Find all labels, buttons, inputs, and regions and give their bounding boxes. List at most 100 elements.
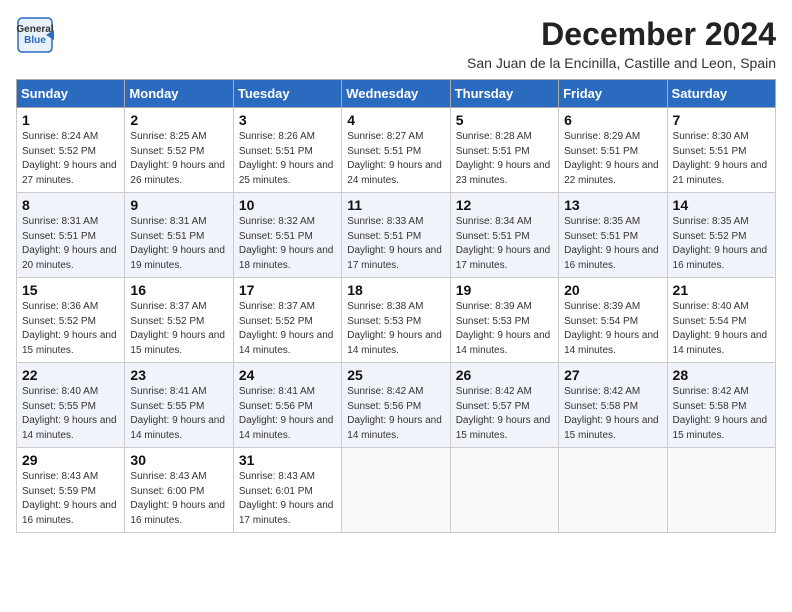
day-number: 8 xyxy=(22,197,119,213)
location-subtitle: San Juan de la Encinilla, Castille and L… xyxy=(467,55,776,71)
day-number: 17 xyxy=(239,282,336,298)
day-number: 4 xyxy=(347,112,444,128)
calendar-week-row: 29 Sunrise: 8:43 AMSunset: 5:59 PMDayligh… xyxy=(17,448,776,533)
calendar-day-cell: 28 Sunrise: 8:42 AMSunset: 5:58 PMDayligh… xyxy=(667,363,775,448)
title-block: December 2024 San Juan de la Encinilla, … xyxy=(467,16,776,71)
day-of-week-header: Friday xyxy=(559,80,667,108)
day-info: Sunrise: 8:37 AMSunset: 5:52 PMDaylight:… xyxy=(130,300,227,358)
calendar-day-cell: 3Sunrise: 8:26 AMSunset: 5:51 PMDaylight… xyxy=(233,108,341,193)
day-number: 26 xyxy=(456,367,553,383)
day-number: 28 xyxy=(673,367,770,383)
day-info: Sunrise: 8:43 AMSunset: 6:01 PMDaylight:… xyxy=(239,470,336,528)
day-info: Sunrise: 8:35 AMSunset: 5:51 PMDaylight:… xyxy=(564,215,661,273)
day-of-week-header: Wednesday xyxy=(342,80,450,108)
calendar-day-cell xyxy=(450,448,558,533)
calendar-day-cell: 9 Sunrise: 8:31 AMSunset: 5:51 PMDaylight… xyxy=(125,193,233,278)
calendar-table: SundayMondayTuesdayWednesdayThursdayFrid… xyxy=(16,79,776,533)
day-number: 20 xyxy=(564,282,661,298)
calendar-day-cell: 13 Sunrise: 8:35 AMSunset: 5:51 PMDayligh… xyxy=(559,193,667,278)
day-number: 11 xyxy=(347,197,444,213)
day-number: 31 xyxy=(239,452,336,468)
day-info: Sunrise: 8:43 AMSunset: 6:00 PMDaylight:… xyxy=(130,470,227,528)
calendar-day-cell: 27 Sunrise: 8:42 AMSunset: 5:58 PMDayligh… xyxy=(559,363,667,448)
day-info: Sunrise: 8:43 AMSunset: 5:59 PMDaylight:… xyxy=(22,470,119,528)
logo-icon: General Blue xyxy=(16,16,54,54)
calendar-day-cell: 20 Sunrise: 8:39 AMSunset: 5:54 PMDayligh… xyxy=(559,278,667,363)
calendar-day-cell: 26 Sunrise: 8:42 AMSunset: 5:57 PMDayligh… xyxy=(450,363,558,448)
day-number: 1 xyxy=(22,112,119,128)
day-info: Sunrise: 8:36 AMSunset: 5:52 PMDaylight:… xyxy=(22,300,119,358)
calendar-day-cell: 29 Sunrise: 8:43 AMSunset: 5:59 PMDayligh… xyxy=(17,448,125,533)
day-info: Sunrise: 8:28 AMSunset: 5:51 PMDaylight:… xyxy=(456,130,553,188)
calendar-day-cell: 8Sunrise: 8:31 AMSunset: 5:51 PMDaylight… xyxy=(17,193,125,278)
day-of-week-header: Thursday xyxy=(450,80,558,108)
month-title: December 2024 xyxy=(467,16,776,53)
day-number: 24 xyxy=(239,367,336,383)
calendar-week-row: 15Sunrise: 8:36 AMSunset: 5:52 PMDayligh… xyxy=(17,278,776,363)
calendar-day-cell: 19 Sunrise: 8:39 AMSunset: 5:53 PMDayligh… xyxy=(450,278,558,363)
day-of-week-header: Saturday xyxy=(667,80,775,108)
day-number: 14 xyxy=(673,197,770,213)
calendar-day-cell xyxy=(342,448,450,533)
calendar-day-cell: 7 Sunrise: 8:30 AMSunset: 5:51 PMDaylight… xyxy=(667,108,775,193)
calendar-day-cell: 6 Sunrise: 8:29 AMSunset: 5:51 PMDaylight… xyxy=(559,108,667,193)
calendar-header-row: SundayMondayTuesdayWednesdayThursdayFrid… xyxy=(17,80,776,108)
day-info: Sunrise: 8:42 AMSunset: 5:56 PMDaylight:… xyxy=(347,385,444,443)
day-info: Sunrise: 8:37 AMSunset: 5:52 PMDaylight:… xyxy=(239,300,336,358)
day-number: 13 xyxy=(564,197,661,213)
calendar-day-cell: 5 Sunrise: 8:28 AMSunset: 5:51 PMDaylight… xyxy=(450,108,558,193)
day-number: 12 xyxy=(456,197,553,213)
day-info: Sunrise: 8:40 AMSunset: 5:54 PMDaylight:… xyxy=(673,300,770,358)
calendar-day-cell: 22Sunrise: 8:40 AMSunset: 5:55 PMDayligh… xyxy=(17,363,125,448)
day-number: 29 xyxy=(22,452,119,468)
day-info: Sunrise: 8:26 AMSunset: 5:51 PMDaylight:… xyxy=(239,130,336,188)
day-number: 19 xyxy=(456,282,553,298)
calendar-day-cell: 16 Sunrise: 8:37 AMSunset: 5:52 PMDayligh… xyxy=(125,278,233,363)
calendar-day-cell xyxy=(667,448,775,533)
calendar-day-cell: 31 Sunrise: 8:43 AMSunset: 6:01 PMDayligh… xyxy=(233,448,341,533)
day-info: Sunrise: 8:41 AMSunset: 5:56 PMDaylight:… xyxy=(239,385,336,443)
day-info: Sunrise: 8:30 AMSunset: 5:51 PMDaylight:… xyxy=(673,130,770,188)
day-number: 18 xyxy=(347,282,444,298)
day-number: 6 xyxy=(564,112,661,128)
day-info: Sunrise: 8:42 AMSunset: 5:58 PMDaylight:… xyxy=(564,385,661,443)
day-info: Sunrise: 8:39 AMSunset: 5:54 PMDaylight:… xyxy=(564,300,661,358)
svg-text:Blue: Blue xyxy=(24,35,46,46)
day-number: 23 xyxy=(130,367,227,383)
day-info: Sunrise: 8:39 AMSunset: 5:53 PMDaylight:… xyxy=(456,300,553,358)
day-number: 5 xyxy=(456,112,553,128)
calendar-day-cell: 24 Sunrise: 8:41 AMSunset: 5:56 PMDayligh… xyxy=(233,363,341,448)
day-info: Sunrise: 8:42 AMSunset: 5:57 PMDaylight:… xyxy=(456,385,553,443)
day-info: Sunrise: 8:33 AMSunset: 5:51 PMDaylight:… xyxy=(347,215,444,273)
day-number: 27 xyxy=(564,367,661,383)
page-header: General Blue December 2024 San Juan de l… xyxy=(16,16,776,71)
calendar-day-cell: 30 Sunrise: 8:43 AMSunset: 6:00 PMDayligh… xyxy=(125,448,233,533)
calendar-day-cell: 14 Sunrise: 8:35 AMSunset: 5:52 PMDayligh… xyxy=(667,193,775,278)
calendar-week-row: 1 Sunrise: 8:24 AMSunset: 5:52 PMDaylight… xyxy=(17,108,776,193)
day-number: 9 xyxy=(130,197,227,213)
day-info: Sunrise: 8:24 AMSunset: 5:52 PMDaylight:… xyxy=(22,130,119,188)
day-info: Sunrise: 8:31 AMSunset: 5:51 PMDaylight:… xyxy=(130,215,227,273)
day-number: 21 xyxy=(673,282,770,298)
day-number: 30 xyxy=(130,452,227,468)
calendar-day-cell: 17 Sunrise: 8:37 AMSunset: 5:52 PMDayligh… xyxy=(233,278,341,363)
calendar-day-cell: 2Sunrise: 8:25 AMSunset: 5:52 PMDaylight… xyxy=(125,108,233,193)
calendar-week-row: 22Sunrise: 8:40 AMSunset: 5:55 PMDayligh… xyxy=(17,363,776,448)
calendar-day-cell: 25 Sunrise: 8:42 AMSunset: 5:56 PMDayligh… xyxy=(342,363,450,448)
day-info: Sunrise: 8:29 AMSunset: 5:51 PMDaylight:… xyxy=(564,130,661,188)
day-number: 25 xyxy=(347,367,444,383)
day-number: 10 xyxy=(239,197,336,213)
day-info: Sunrise: 8:42 AMSunset: 5:58 PMDaylight:… xyxy=(673,385,770,443)
calendar-day-cell: 15Sunrise: 8:36 AMSunset: 5:52 PMDayligh… xyxy=(17,278,125,363)
calendar-day-cell: 12Sunrise: 8:34 AMSunset: 5:51 PMDayligh… xyxy=(450,193,558,278)
day-number: 7 xyxy=(673,112,770,128)
day-info: Sunrise: 8:27 AMSunset: 5:51 PMDaylight:… xyxy=(347,130,444,188)
calendar-day-cell: 1 Sunrise: 8:24 AMSunset: 5:52 PMDaylight… xyxy=(17,108,125,193)
day-of-week-header: Monday xyxy=(125,80,233,108)
day-number: 16 xyxy=(130,282,227,298)
day-info: Sunrise: 8:35 AMSunset: 5:52 PMDaylight:… xyxy=(673,215,770,273)
day-of-week-header: Sunday xyxy=(17,80,125,108)
day-number: 22 xyxy=(22,367,119,383)
calendar-day-cell xyxy=(559,448,667,533)
calendar-week-row: 8 Sunrise: 8:31 AMSunset: 5:51 PMDaylight… xyxy=(17,193,776,278)
